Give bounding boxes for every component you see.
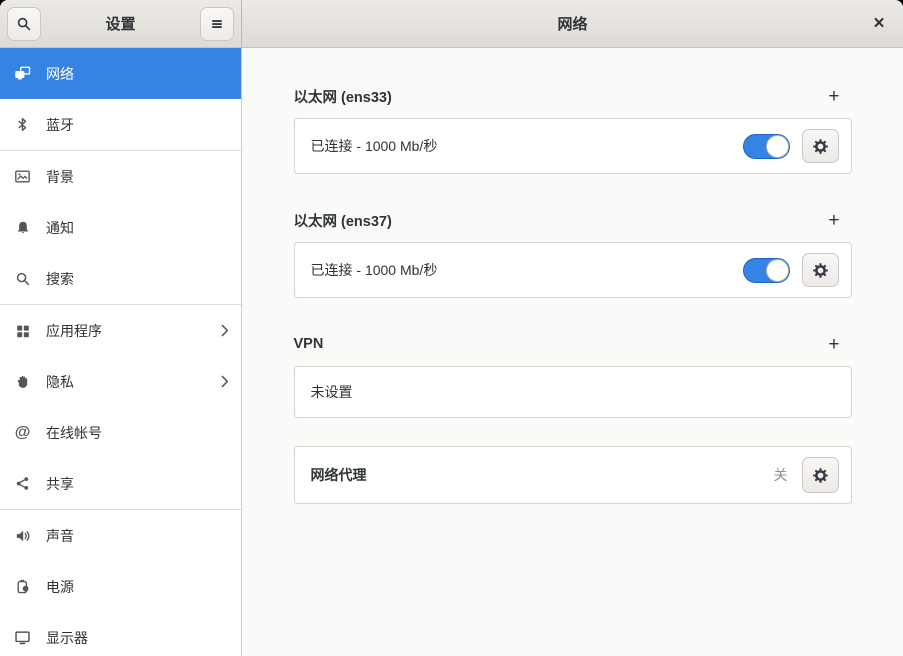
search-icon [14, 270, 31, 287]
bell-icon [14, 219, 31, 236]
gear-icon [813, 139, 828, 154]
sidebar-item-applications[interactable]: 应用程序 [0, 305, 241, 356]
search-icon [16, 16, 32, 32]
vpn-row: 未设置 [295, 367, 851, 417]
search-button[interactable] [7, 7, 41, 41]
sidebar-item-label: 显示器 [46, 628, 229, 648]
sidebar-item-label: 通知 [46, 218, 229, 238]
sidebar-item-label: 声音 [46, 526, 229, 546]
connection-status: 已连接 - 1000 Mb/秒 [311, 260, 743, 280]
proxy-settings-button[interactable] [802, 457, 839, 493]
vpn-section: VPN + 未设置 [294, 334, 852, 418]
speaker-icon [14, 527, 31, 544]
app-title: 设置 [41, 13, 200, 34]
sidebar-item-label: 隐私 [46, 372, 221, 392]
sidebar-item-bluetooth[interactable]: 蓝牙 [0, 99, 241, 150]
sidebar-item-label: 应用程序 [46, 321, 221, 341]
sidebar-item-power[interactable]: 电源 [0, 561, 241, 612]
gear-icon [813, 263, 828, 278]
share-icon [14, 475, 31, 492]
sidebar-item-notifications[interactable]: 通知 [0, 202, 241, 253]
sidebar-item-search[interactable]: 搜索 [0, 253, 241, 304]
chevron-right-icon [221, 375, 229, 388]
titlebar: 设置 网络 × [0, 0, 903, 48]
toggle-knob [766, 259, 789, 282]
apps-grid-icon [14, 322, 31, 339]
menu-button[interactable] [200, 7, 234, 41]
add-connection-button[interactable]: + [824, 211, 843, 230]
close-button[interactable]: × [865, 10, 893, 38]
connection-toggle[interactable] [743, 134, 790, 159]
bluetooth-icon [14, 116, 31, 133]
sidebar-item-label: 搜索 [46, 269, 229, 289]
network-panel: 以太网 (ens33) + 已连接 - 1000 Mb/秒 [242, 48, 903, 656]
connection-card: 已连接 - 1000 Mb/秒 [294, 118, 852, 174]
connection-status: 已连接 - 1000 Mb/秒 [311, 136, 743, 156]
main-headerbar: 网络 × [242, 0, 903, 48]
sidebar-item-label: 在线帐号 [46, 423, 229, 443]
connection-settings-button[interactable] [802, 129, 839, 163]
sidebar-item-displays[interactable]: 显示器 [0, 612, 241, 656]
proxy-value: 关 [774, 465, 788, 485]
section-title: 以太网 (ens33) [294, 86, 392, 107]
at-sign-icon: @ [14, 424, 31, 441]
monitor-icon [14, 629, 31, 646]
hamburger-menu-icon [209, 16, 225, 32]
sidebar-item-background[interactable]: 背景 [0, 151, 241, 202]
close-icon: × [873, 13, 884, 35]
proxy-label: 网络代理 [311, 465, 774, 485]
sidebar-item-privacy[interactable]: 隐私 [0, 356, 241, 407]
vpn-status: 未设置 [311, 382, 839, 402]
sidebar-item-label: 蓝牙 [46, 115, 229, 135]
vpn-card: 未设置 [294, 366, 852, 418]
connection-row[interactable]: 已连接 - 1000 Mb/秒 [295, 119, 851, 173]
sidebar-item-sharing[interactable]: 共享 [0, 458, 241, 509]
sidebar-item-sound[interactable]: 声音 [0, 510, 241, 561]
chevron-right-icon [221, 324, 229, 337]
connection-card: 已连接 - 1000 Mb/秒 [294, 242, 852, 298]
proxy-row: 网络代理 关 [295, 447, 851, 503]
page-title: 网络 [242, 13, 903, 34]
sidebar-headerbar: 设置 [0, 0, 242, 48]
connection-row[interactable]: 已连接 - 1000 Mb/秒 [295, 243, 851, 297]
toggle-knob [766, 135, 789, 158]
add-vpn-button[interactable]: + [824, 335, 843, 354]
sidebar-item-label: 电源 [46, 577, 229, 597]
section-title: VPN [294, 336, 324, 352]
settings-sidebar: 网络 蓝牙 背景 通知 [0, 48, 242, 656]
section-title: 以太网 (ens37) [294, 210, 392, 231]
battery-icon [14, 578, 31, 595]
proxy-card: 网络代理 关 [294, 446, 852, 504]
sidebar-item-network[interactable]: 网络 [0, 48, 241, 99]
background-icon [14, 168, 31, 185]
sidebar-item-label: 背景 [46, 167, 229, 187]
connection-toggle[interactable] [743, 258, 790, 283]
add-connection-button[interactable]: + [824, 87, 843, 106]
settings-window: 设置 网络 × 网络 蓝 [0, 0, 903, 656]
connection-settings-button[interactable] [802, 253, 839, 287]
sidebar-item-label: 共享 [46, 474, 229, 494]
ethernet-ens33-section: 以太网 (ens33) + 已连接 - 1000 Mb/秒 [294, 86, 852, 174]
gear-icon [813, 468, 828, 483]
privacy-hand-icon [14, 373, 31, 390]
sidebar-item-online-accounts[interactable]: @ 在线帐号 [0, 407, 241, 458]
network-icon [14, 65, 31, 82]
sidebar-item-label: 网络 [46, 64, 229, 84]
ethernet-ens37-section: 以太网 (ens37) + 已连接 - 1000 Mb/秒 [294, 210, 852, 298]
